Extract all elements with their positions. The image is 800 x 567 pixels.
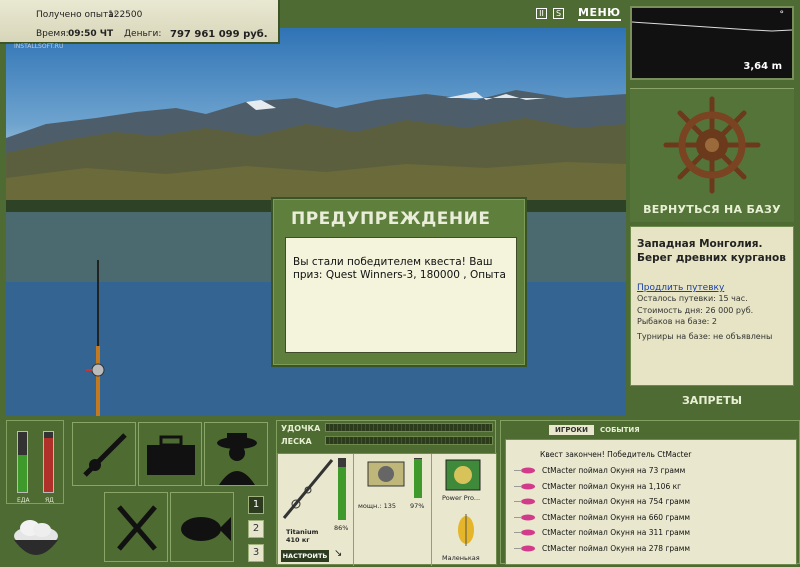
rod-name: Titanium: [286, 528, 319, 536]
page-2-button[interactable]: 2: [248, 520, 264, 538]
fisherman-tile[interactable]: [204, 422, 268, 486]
depth-marker: °: [779, 10, 785, 20]
experience-value: 122500: [108, 10, 143, 20]
menu-button[interactable]: МЕНЮ: [578, 6, 621, 21]
line-name: Power Pro...: [442, 494, 481, 502]
time-label: Время:: [36, 29, 69, 39]
message-text: CtMacter поймал Окуня на 73 грамм: [542, 466, 686, 475]
poison-label: ЯД: [45, 497, 54, 504]
events-log: Квест закончен! Победитель CtMacter CtMa…: [505, 439, 797, 565]
trip-remaining: Осталось путевки: 15 час.: [637, 294, 748, 303]
status-bars: ЕДА ЯД: [6, 420, 64, 504]
food-bar: [17, 431, 28, 493]
lure-icon: [514, 545, 536, 552]
fishers-count: Рыбаков на базе: 2: [637, 317, 717, 326]
rod-tension-gauge: [325, 423, 493, 432]
tackle-slots: 86% Titanium 410 кг НАСТРОИТЬ ↘ мощн.: 1…: [277, 453, 498, 566]
message-text: CtMacter поймал Окуня на 311 грамм: [542, 528, 691, 537]
base-panel: ВЕРНУТЬСЯ НА БАЗУ: [630, 88, 794, 222]
line-tension-gauge: [325, 436, 493, 445]
message-text: CtMacter поймал Окуня на 278 грамм: [542, 543, 691, 553]
reel-percent: 97%: [410, 502, 425, 510]
dialog-message: Вы стали победителем квеста! Ваш приз: Q…: [285, 237, 517, 353]
rod-icon: [83, 433, 127, 477]
line-gauge-label: ЛЕСКА: [281, 437, 312, 446]
tackle-box-tile[interactable]: [138, 422, 202, 486]
arrow-icon: ↘: [334, 548, 343, 559]
lure-icon: [514, 529, 536, 536]
setup-button[interactable]: НАСТРОИТЬ: [281, 550, 329, 562]
return-to-base-button[interactable]: ВЕРНУТЬСЯ НА БАЗУ: [630, 203, 794, 216]
reel-power: мощн.: 135: [358, 502, 396, 510]
list-item: CtMacter поймал Окуня на 278 грамм: [514, 542, 690, 555]
rod-picture-icon: [282, 459, 334, 519]
rod-slot[interactable]: 86% Titanium 410 кг НАСТРОИТЬ ↘: [278, 454, 354, 566]
lure-icon: [514, 514, 536, 521]
message-text: CtMacter поймал Окуня на 660 грамм: [542, 512, 691, 522]
time-value: 09:50 ЧТ: [68, 29, 114, 39]
tab-players[interactable]: ИГРОКИ: [549, 425, 594, 435]
rod-gauge-label: УДОЧКА: [281, 424, 321, 433]
fish-icon: [181, 517, 231, 541]
warning-dialog[interactable]: ПРЕДУПРЕЖДЕНИЕ Вы стали победителем квес…: [271, 197, 527, 367]
lure-name: Маленькая: [442, 554, 480, 562]
cauldron-icon[interactable]: [6, 506, 64, 562]
lure-icon: [514, 467, 536, 474]
depth-sonar: ° 3,64 m: [630, 6, 794, 80]
list-item: CtMacter поймал Окуня на 660 грамм: [514, 511, 690, 524]
events-panel: ИГРОКИ СОБЫТИЯ Квест закончен! Победител…: [500, 420, 800, 565]
fish-tile[interactable]: [170, 492, 234, 562]
extend-trip-link[interactable]: Продлить путевку: [637, 283, 787, 293]
fork-knife-icon: [117, 505, 157, 551]
food-label: ЕДА: [17, 497, 30, 504]
list-item: CtMacter поймал Окуня на 311 грамм: [514, 526, 690, 539]
reel-slot[interactable]: мощн.: 135 97%: [354, 454, 432, 566]
location-info: Западная Монголия. Берег древних кургано…: [630, 226, 794, 386]
line-spool-icon: [445, 459, 481, 491]
cooking-tile[interactable]: [104, 492, 168, 562]
sound-button[interactable]: S: [553, 8, 564, 19]
day-cost: Стоимость дня: 26 000 руб.: [637, 305, 754, 315]
tackle-box-icon: [147, 435, 195, 475]
location-title: Западная Монголия. Берег древних кургано…: [637, 238, 786, 264]
list-item: CtMacter поймал Окуня на 73 грамм: [514, 464, 685, 477]
lure-icon: [514, 483, 536, 490]
bans-button[interactable]: ЗАПРЕТЫ: [630, 394, 794, 407]
ship-wheel-icon[interactable]: [630, 89, 794, 199]
line-lure-slot[interactable]: Power Pro... Маленькая: [432, 454, 498, 566]
lure-icon: [458, 514, 474, 546]
rod-tile[interactable]: [72, 422, 136, 486]
depth-value: 3,64 m: [743, 61, 782, 72]
message-text: CtMacter поймал Окуня на 754 грамм: [542, 497, 691, 506]
lure-icon: [514, 498, 536, 505]
experience-label: Получено опыта:: [36, 10, 117, 20]
fisherman-icon: [217, 433, 257, 485]
list-item: CtMacter поймал Окуня на 754 грамм: [514, 495, 690, 508]
list-item: CtMacter поймал Окуня на 1,106 кг: [514, 480, 681, 493]
money-label: Деньги:: [124, 29, 162, 39]
chat-tabs: ИГРОКИ СОБЫТИЯ: [549, 425, 642, 435]
rod-weight: 410 кг: [286, 536, 310, 544]
pause-button[interactable]: II: [536, 8, 547, 19]
money-value: 797 961 099 руб.: [170, 29, 268, 40]
tackle-panel: УДОЧКА ЛЕСКА 86% Titanium 410 кг НАСТРОИ…: [276, 420, 498, 566]
page-1-button[interactable]: 1: [248, 496, 264, 514]
stats-panel: Получено опыта: 122500 Время: 09:50 ЧТ Д…: [0, 0, 280, 44]
message-text: CtMacter поймал Окуня на 1,106 кг: [542, 481, 682, 491]
tournaments-info: Турниры на базе: не объявлены: [637, 331, 773, 341]
page-3-button[interactable]: 3: [248, 544, 264, 562]
tab-events[interactable]: СОБЫТИЯ: [598, 425, 642, 435]
poison-bar: [43, 431, 54, 493]
dialog-title: ПРЕДУПРЕЖДЕНИЕ: [291, 209, 491, 229]
quest-finished-message: Квест закончен! Победитель CtMacter: [540, 450, 692, 459]
rod-percent: 86%: [334, 524, 349, 532]
watermark-text: INSTALLSOFT.RU: [14, 43, 64, 50]
